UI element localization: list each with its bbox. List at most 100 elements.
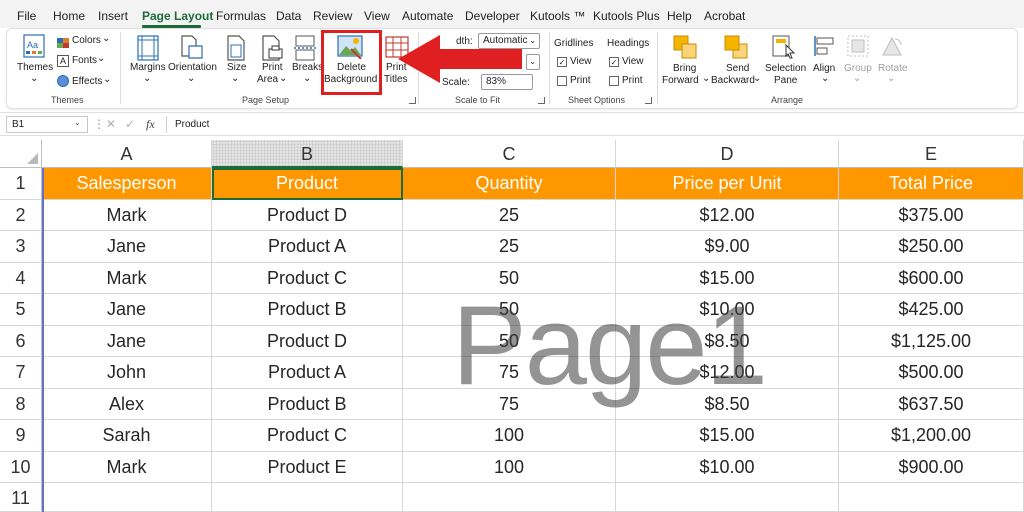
selection-pane-icon (772, 35, 796, 64)
menu-review[interactable]: Review (313, 9, 352, 23)
arrow-left-icon (398, 35, 522, 83)
table-cell[interactable]: 25 (403, 199, 616, 231)
table-cell[interactable]: $1,125.00 (839, 325, 1024, 357)
enter-check-icon[interactable]: ✓ (125, 117, 135, 131)
row-header[interactable]: 3 (0, 231, 42, 263)
table-cell[interactable]: $375.00 (839, 199, 1024, 231)
chevron-down-icon[interactable]: ⌄ (74, 118, 81, 127)
arrange-group-label: Arrange (771, 95, 804, 105)
table-cell[interactable]: $1,200.00 (839, 420, 1024, 452)
table-cell[interactable]: $250.00 (839, 231, 1024, 263)
header-cell-c[interactable]: Quantity (403, 168, 616, 200)
row-header[interactable]: 9 (0, 420, 42, 452)
headings-print-checkbox[interactable] (609, 76, 619, 86)
fonts-button[interactable]: Fonts (72, 55, 97, 67)
header-cell-d[interactable]: Price per Unit (616, 168, 839, 200)
selection-pane-button[interactable]: Selection (765, 63, 806, 75)
table-cell[interactable]: Mark (42, 451, 212, 483)
table-cell[interactable]: $500.00 (839, 357, 1024, 389)
height-dropdown[interactable]: ⌄ (526, 54, 540, 70)
empty-cell[interactable] (403, 483, 616, 512)
send-backward-button[interactable]: Send (726, 63, 749, 75)
empty-cell[interactable] (42, 483, 212, 512)
row-header[interactable]: 8 (0, 388, 42, 420)
table-cell[interactable]: $9.00 (616, 231, 839, 263)
table-cell[interactable]: $900.00 (839, 451, 1024, 483)
table-cell[interactable]: Product C (212, 420, 403, 452)
scale-to-fit-launcher-icon[interactable] (538, 97, 545, 104)
table-cell[interactable]: $12.00 (616, 199, 839, 231)
table-cell[interactable]: $637.50 (839, 388, 1024, 420)
menu-formulas[interactable]: Formulas (216, 9, 266, 23)
column-header-c[interactable]: C (403, 140, 616, 168)
colors-button[interactable]: Colors (72, 35, 101, 47)
row-header[interactable]: 7 (0, 357, 42, 389)
table-cell[interactable]: Product C (212, 262, 403, 294)
menu-kutools-plus[interactable]: Kutools Plus (593, 9, 660, 23)
sheet-options-launcher-icon[interactable] (645, 97, 652, 104)
insert-function-button[interactable]: fx (146, 117, 155, 132)
align-icon (813, 35, 835, 62)
gridlines-view-checkbox[interactable]: ✓ (557, 57, 567, 67)
menu-kutools[interactable]: Kutools ™ (530, 9, 585, 23)
menu-view[interactable]: View (364, 9, 390, 23)
empty-cell[interactable] (839, 483, 1024, 512)
row-header[interactable]: 11 (0, 483, 42, 512)
table-cell[interactable]: 100 (403, 451, 616, 483)
bring-forward-button[interactable]: Bring (673, 63, 696, 75)
menu-acrobat[interactable]: Acrobat (704, 9, 745, 23)
column-header-b[interactable]: B (212, 140, 403, 168)
gridlines-print-checkbox[interactable] (557, 76, 567, 86)
formula-input[interactable]: Product (166, 116, 1018, 133)
row-header[interactable]: 1 (0, 168, 42, 200)
table-cell[interactable]: Product D (212, 325, 403, 357)
menu-file[interactable]: File (17, 9, 36, 23)
page-setup-launcher-icon[interactable] (409, 97, 416, 104)
table-cell[interactable]: $425.00 (839, 294, 1024, 326)
table-cell[interactable]: Jane (42, 231, 212, 263)
table-cell[interactable]: John (42, 357, 212, 389)
orientation-icon (179, 34, 205, 65)
table-cell[interactable]: Alex (42, 388, 212, 420)
table-cell[interactable]: Product B (212, 388, 403, 420)
menu-insert[interactable]: Insert (98, 9, 128, 23)
empty-cell[interactable] (616, 483, 839, 512)
table-cell[interactable]: Product A (212, 357, 403, 389)
menu-help[interactable]: Help (667, 9, 692, 23)
table-cell[interactable]: $15.00 (616, 420, 839, 452)
header-cell-e[interactable]: Total Price (839, 168, 1024, 200)
cancel-icon[interactable]: ✕ (106, 117, 116, 131)
select-all-button[interactable] (0, 140, 42, 168)
menu-data[interactable]: Data (276, 9, 301, 23)
headings-view-checkbox[interactable]: ✓ (609, 57, 619, 67)
table-cell[interactable]: 25 (403, 231, 616, 263)
row-header[interactable]: 6 (0, 325, 42, 357)
header-cell-b[interactable]: Product (212, 168, 403, 200)
header-cell-a[interactable]: Salesperson (42, 168, 212, 200)
menu-developer[interactable]: Developer (465, 9, 520, 23)
table-cell[interactable]: 100 (403, 420, 616, 452)
column-header-a[interactable]: A (42, 140, 212, 168)
table-cell[interactable]: $10.00 (616, 451, 839, 483)
menu-automate[interactable]: Automate (402, 9, 453, 23)
effects-button[interactable]: Effects (72, 76, 102, 88)
menu-home[interactable]: Home (53, 9, 85, 23)
table-cell[interactable]: Sarah (42, 420, 212, 452)
empty-cell[interactable] (212, 483, 403, 512)
row-header[interactable]: 4 (0, 262, 42, 294)
table-cell[interactable]: Mark (42, 262, 212, 294)
table-cell[interactable]: Product B (212, 294, 403, 326)
table-cell[interactable]: $600.00 (839, 262, 1024, 294)
table-cell[interactable]: Mark (42, 199, 212, 231)
table-cell[interactable]: Product A (212, 231, 403, 263)
menu-page-layout[interactable]: Page Layout (142, 9, 213, 23)
row-header[interactable]: 5 (0, 294, 42, 326)
row-header[interactable]: 2 (0, 199, 42, 231)
table-cell[interactable]: Product E (212, 451, 403, 483)
table-cell[interactable]: Jane (42, 294, 212, 326)
column-header-e[interactable]: E (839, 140, 1024, 168)
table-cell[interactable]: Jane (42, 325, 212, 357)
row-header[interactable]: 10 (0, 451, 42, 483)
column-header-d[interactable]: D (616, 140, 839, 168)
table-cell[interactable]: Product D (212, 199, 403, 231)
